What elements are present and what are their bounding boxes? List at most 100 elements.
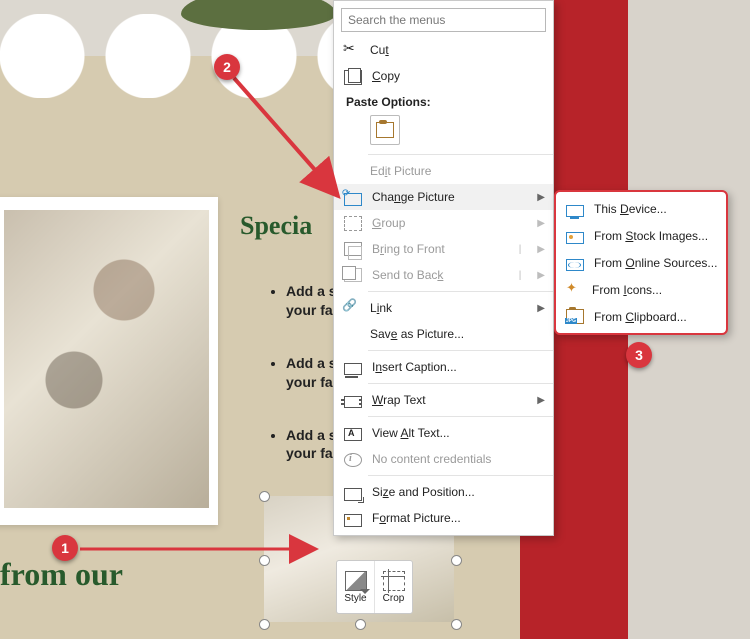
- stock-images-icon: [566, 232, 584, 244]
- menu-change-picture[interactable]: Change Picture ▶: [334, 184, 553, 210]
- link-icon: [344, 300, 360, 316]
- insert-caption-label: Insert Caption...: [372, 360, 457, 374]
- online-icon: [566, 259, 584, 271]
- blank-icon: [344, 163, 360, 179]
- menu-search-input[interactable]: Search the menus: [341, 8, 546, 32]
- alt-text-label: View Alt Text...: [372, 426, 450, 440]
- chevron-right-icon: ▶: [537, 192, 545, 203]
- change-picture-label: Change Picture: [372, 190, 455, 204]
- device-icon: [566, 205, 584, 217]
- menu-view-alt-text[interactable]: View Alt Text...: [334, 420, 553, 446]
- picture-mini-toolbar: Style Crop: [336, 560, 413, 614]
- size-position-icon: [344, 488, 362, 501]
- wrap-text-label: Wrap Text: [372, 393, 426, 407]
- alt-text-icon: [344, 428, 362, 441]
- menu-send-to-back: Send to Back|▶: [334, 262, 553, 288]
- menu-link[interactable]: Link ▶: [334, 295, 553, 321]
- size-position-label: Size and Position...: [372, 485, 475, 499]
- callout-1: 1: [52, 535, 78, 561]
- style-button[interactable]: Style: [337, 561, 375, 613]
- crop-icon: [383, 571, 405, 591]
- submenu-from-icons[interactable]: From Icons...: [556, 276, 726, 303]
- format-picture-label: Format Picture...: [372, 511, 461, 525]
- submenu-from-clipboard[interactable]: From Clipboard...: [556, 303, 726, 330]
- chevron-right-icon: ▶: [537, 395, 545, 406]
- bullet-text: Add a s: [286, 355, 337, 371]
- this-device-label: This Device...: [594, 202, 667, 216]
- menu-save-as-picture[interactable]: Save as Picture...: [334, 321, 553, 347]
- wrap-text-icon: [344, 396, 362, 408]
- footer-heading: from our: [0, 558, 123, 590]
- bullet-text: Add a s: [286, 283, 337, 299]
- submenu-online-sources[interactable]: From Online Sources...: [556, 249, 726, 276]
- save-as-picture-label: Save as Picture...: [370, 327, 464, 341]
- info-icon: [344, 453, 362, 467]
- paste-options-header: Paste Options:: [334, 89, 553, 111]
- stock-images-label: From Stock Images...: [594, 229, 708, 243]
- separator: [368, 350, 553, 351]
- content-credentials-label: No content credentials: [372, 452, 545, 466]
- menu-size-and-position[interactable]: Size and Position...: [334, 479, 553, 505]
- context-menu: Search the menus Cut Copy Paste Options:…: [333, 0, 554, 536]
- document-canvas: Specia Add a s your fa Add a s your fa Add…: [0, 0, 750, 639]
- menu-copy[interactable]: Copy: [334, 63, 553, 89]
- menu-wrap-text[interactable]: Wrap Text ▶: [334, 387, 553, 413]
- scissors-icon: [344, 42, 360, 58]
- copy-label: Copy: [372, 69, 400, 83]
- edit-picture-label: Edit Picture: [370, 164, 431, 178]
- link-label: Link: [370, 301, 392, 315]
- menu-format-picture[interactable]: Format Picture...: [334, 505, 553, 531]
- resize-handle-bl[interactable]: [259, 619, 270, 630]
- resize-handle-mr[interactable]: [451, 555, 462, 566]
- bullet-text: Add a s: [286, 427, 337, 443]
- divider-icon: |: [519, 270, 522, 281]
- resize-handle-ml[interactable]: [259, 555, 270, 566]
- style-label: Style: [344, 593, 366, 604]
- submenu-stock-images[interactable]: From Stock Images...: [556, 222, 726, 249]
- menu-bring-to-front: Bring to Front|▶: [334, 236, 553, 262]
- menu-insert-caption[interactable]: Insert Caption...: [334, 354, 553, 380]
- icons-icon: [566, 282, 582, 298]
- online-sources-label: From Online Sources...: [594, 256, 717, 270]
- separator: [368, 154, 553, 155]
- crop-label: Crop: [383, 593, 405, 604]
- bring-front-label: Bring to Front: [372, 242, 445, 256]
- clipboard-jpg-icon: [566, 309, 584, 324]
- separator: [368, 291, 553, 292]
- bullet-text-line2: your fa: [286, 302, 333, 318]
- format-picture-icon: [344, 514, 362, 527]
- bullet-text-line2: your fa: [286, 374, 333, 390]
- bullet-text-line2: your fa: [286, 445, 333, 461]
- resize-handle-bm[interactable]: [355, 619, 366, 630]
- menu-content-credentials: No content credentials: [334, 446, 553, 472]
- copy-icon: [344, 70, 362, 85]
- from-icons-label: From Icons...: [592, 283, 662, 297]
- cut-label: Cut: [370, 43, 389, 57]
- menu-cut[interactable]: Cut: [334, 37, 553, 63]
- group-label: Group: [372, 216, 405, 230]
- blank-icon: [344, 326, 360, 342]
- change-picture-icon: [344, 193, 362, 206]
- caption-icon: [344, 363, 362, 375]
- chevron-right-icon: ▶: [537, 303, 545, 314]
- resize-handle-tl[interactable]: [259, 491, 270, 502]
- group-icon: [344, 216, 362, 231]
- family-photo[interactable]: [4, 210, 209, 508]
- change-picture-submenu: This Device... From Stock Images... From…: [554, 190, 728, 335]
- chevron-right-icon: ▶: [537, 218, 545, 229]
- paste-option-keep-source[interactable]: [370, 115, 400, 145]
- separator: [368, 475, 553, 476]
- chevron-right-icon: ▶: [537, 270, 545, 281]
- from-clipboard-label: From Clipboard...: [594, 310, 687, 324]
- callout-2: 2: [214, 54, 240, 80]
- menu-edit-picture: Edit Picture: [334, 158, 553, 184]
- section-heading: Specia: [240, 213, 312, 239]
- submenu-this-device[interactable]: This Device...: [556, 195, 726, 222]
- send-back-icon: [344, 268, 362, 282]
- resize-handle-br[interactable]: [451, 619, 462, 630]
- clipboard-icon: [376, 122, 394, 138]
- bring-front-icon: [344, 242, 362, 256]
- menu-group: Group ▶: [334, 210, 553, 236]
- crop-button[interactable]: Crop: [375, 561, 412, 613]
- callout-3: 3: [626, 342, 652, 368]
